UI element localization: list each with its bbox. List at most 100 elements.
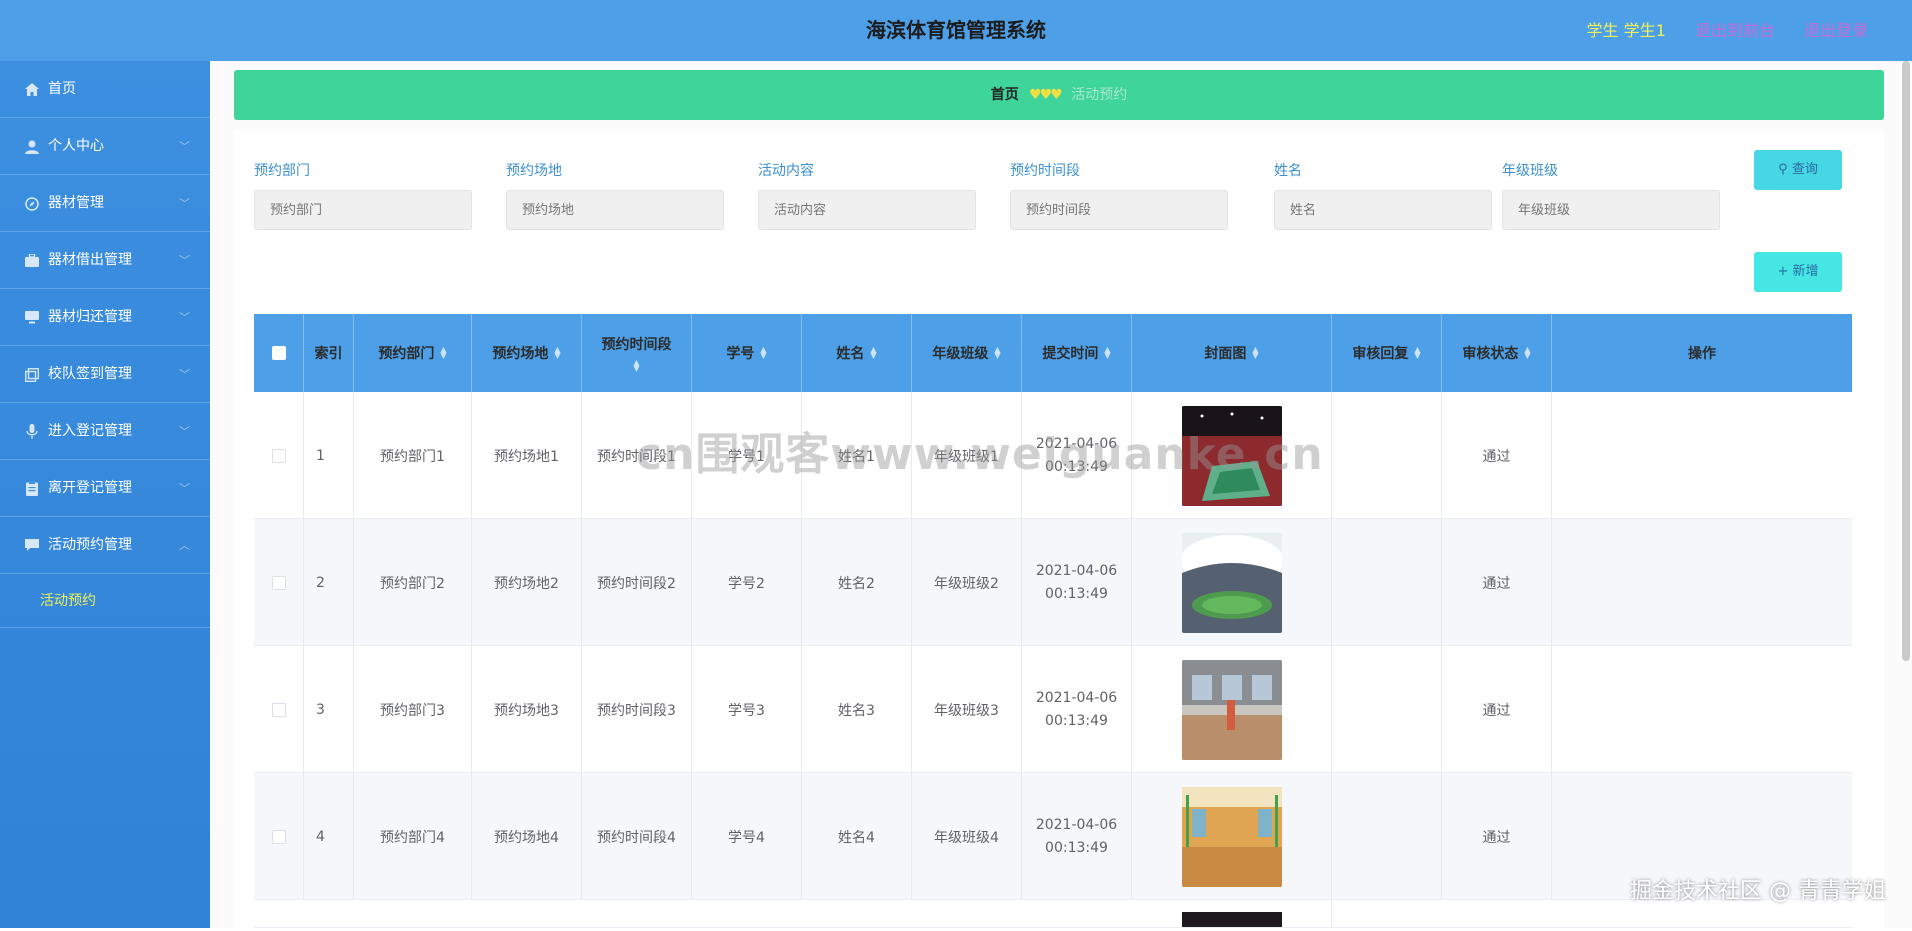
col-header-name[interactable]: 姓名 ▲ ▼ [802,314,912,392]
period-input[interactable] [1010,190,1228,230]
copy-icon [24,367,39,382]
chevron-down-icon: ﹀ [179,368,190,381]
col-header-status[interactable]: 审核状态 ▲ ▼ [1442,314,1552,392]
footer-watermark: 掘金技术社区 @ 青青学姐 [1630,879,1886,904]
sidebar-item-label: 校队签到管理 [48,366,132,382]
submit-date: 2021-04-06 [1035,816,1118,833]
col-header-submit-time[interactable]: 提交时间 ▲ ▼ [1022,314,1132,392]
chevron-down-icon: ﹀ [179,197,190,210]
table-row[interactable] [254,900,1852,928]
row-select-cell[interactable] [254,646,304,773]
sidebar-subitem-activity-booking[interactable]: 活动预约 [0,574,210,628]
col-header-cover[interactable]: 封面图 ▲ ▼ [1132,314,1332,392]
sort-icon[interactable]: ▲ ▼ [760,346,766,360]
row-select-cell[interactable] [254,773,304,900]
dept-input[interactable] [254,190,472,230]
sidebar-item-equipment[interactable]: 器材管理 ﹀ [0,175,210,232]
search-icon: ⚲ [1778,162,1788,177]
sidebar-item-label: 首页 [48,81,76,97]
search-button-label: 查询 [1791,162,1818,177]
cell-venue: 预约场地1 [472,392,582,519]
briefcase-icon [24,253,39,268]
sort-icon[interactable]: ▲ ▼ [870,346,876,360]
col-header-period[interactable]: 预约时间段 ▲ ▼ [582,314,692,392]
page-scrollbar[interactable] [1902,61,1910,661]
sidebar-item-home[interactable]: 首页 [0,61,210,118]
col-header-class[interactable]: 年级班级 ▲ ▼ [912,314,1022,392]
cover-image[interactable] [1181,532,1282,633]
row-checkbox[interactable] [271,829,286,844]
logout-link[interactable]: 退出登录 [1804,21,1868,40]
cell-dept: 预约部门2 [354,519,472,646]
sidebar-item-equipment-return[interactable]: 器材归还管理 ﹀ [0,289,210,346]
table-row[interactable]: 3 预约部门3 预约场地3 预约时间段3 学号3 姓名3 年级班级3 2021-… [254,646,1852,773]
cell-dept: 预约部门4 [354,773,472,900]
sidebar-item-profile[interactable]: 个人中心 ﹀ [0,118,210,175]
field-label-period: 预约时间段 [1010,163,1080,179]
cell-student-id: 学号3 [692,646,802,773]
table-row[interactable]: 4 预约部门4 预约场地4 预约时间段4 学号4 姓名4 年级班级4 2021-… [254,773,1852,900]
sort-icon[interactable]: ▲ ▼ [633,359,639,373]
exit-to-frontend-link[interactable]: 退出到前台 [1695,21,1775,40]
cell-venue: 预约场地2 [472,519,582,646]
row-select-cell[interactable] [254,519,304,646]
cell-class: 年级班级4 [912,773,1022,900]
cover-image[interactable] [1181,786,1282,887]
submit-time: 00:13:49 [1045,839,1108,856]
monitor-icon [24,310,39,325]
sidebar-item-exit-registration[interactable]: 离开登记管理 ﹀ [0,460,210,517]
cell-period: 预约时间段3 [582,646,692,773]
cell-index: 4 [304,773,354,900]
sidebar: 首页 个人中心 ﹀ 器材管理 ﹀ 器材借出管理 ﹀ 器材归还管理 ﹀ 校队签到管… [0,61,210,928]
sort-icon[interactable]: ▲ ▼ [554,346,560,360]
row-checkbox[interactable] [271,575,286,590]
col-header-student-id[interactable]: 学号 ▲ ▼ [692,314,802,392]
add-button-label: 新增 [1792,264,1819,279]
table-row[interactable]: 2 预约部门2 预约场地2 预约时间段2 学号2 姓名2 年级班级2 2021-… [254,519,1852,646]
cover-image[interactable] [1181,912,1282,927]
sort-icon[interactable]: ▲ ▼ [1252,346,1258,360]
col-header-label: 预约场地 [492,346,549,362]
breadcrumb-home[interactable]: 首页 [991,87,1019,103]
sidebar-item-activity-booking[interactable]: 活动预约管理 ︿ [0,517,210,574]
col-header-venue[interactable]: 预约场地 ▲ ▼ [472,314,582,392]
chevron-down-icon: ﹀ [179,140,190,153]
select-all-cell[interactable] [254,314,304,392]
class-input[interactable] [1502,190,1720,230]
sidebar-item-team-checkin[interactable]: 校队签到管理 ﹀ [0,346,210,403]
search-button[interactable]: ⚲ 查询 [1754,150,1842,190]
cell-dept: 预约部门1 [354,392,472,519]
col-header-dept[interactable]: 预约部门 ▲ ▼ [354,314,472,392]
row-select-cell[interactable] [254,392,304,519]
sidebar-item-equipment-lending[interactable]: 器材借出管理 ﹀ [0,232,210,289]
field-label-name: 姓名 [1274,163,1302,179]
col-header-reply[interactable]: 审核回复 ▲ ▼ [1332,314,1442,392]
cell-cover [1132,646,1332,773]
cell-name: 姓名4 [802,773,912,900]
venue-input[interactable] [506,190,724,230]
cell-index: 3 [304,646,354,773]
sort-icon[interactable]: ▲ ▼ [440,346,446,360]
cell-student-id: 学号4 [692,773,802,900]
cell-period: 预约时间段2 [582,519,692,646]
table-header: 索引 预约部门 ▲ ▼ 预约场地 ▲ ▼ 预约时间段 ▲ ▼ 学号 ▲ ▼ 姓名 ▲ ▼ 年级班级 ▲… [254,314,1852,392]
sort-icon[interactable]: ▲ ▼ [1104,346,1110,360]
sort-icon[interactable]: ▲ ▼ [1524,346,1530,360]
chat-icon [24,538,39,553]
cell-period: 预约时间段4 [582,773,692,900]
add-button[interactable]: + 新增 [1754,252,1842,292]
sidebar-item-entry-registration[interactable]: 进入登记管理 ﹀ [0,403,210,460]
select-all-checkbox[interactable] [271,346,286,360]
sort-icon[interactable]: ▲ ▼ [1414,346,1420,360]
cell-status: 通过 [1442,773,1552,900]
sort-icon[interactable]: ▲ ▼ [994,346,1000,360]
activity-input[interactable] [758,190,976,230]
field-label-dept: 预约部门 [254,163,310,179]
breadcrumb-current: 活动预约 [1071,87,1128,103]
cover-image[interactable] [1181,659,1282,760]
name-input[interactable] [1274,190,1492,230]
row-checkbox[interactable] [271,702,286,717]
row-checkbox[interactable] [271,448,286,463]
chevron-down-icon: ﹀ [179,482,190,495]
col-header-actions: 操作 [1552,314,1852,392]
